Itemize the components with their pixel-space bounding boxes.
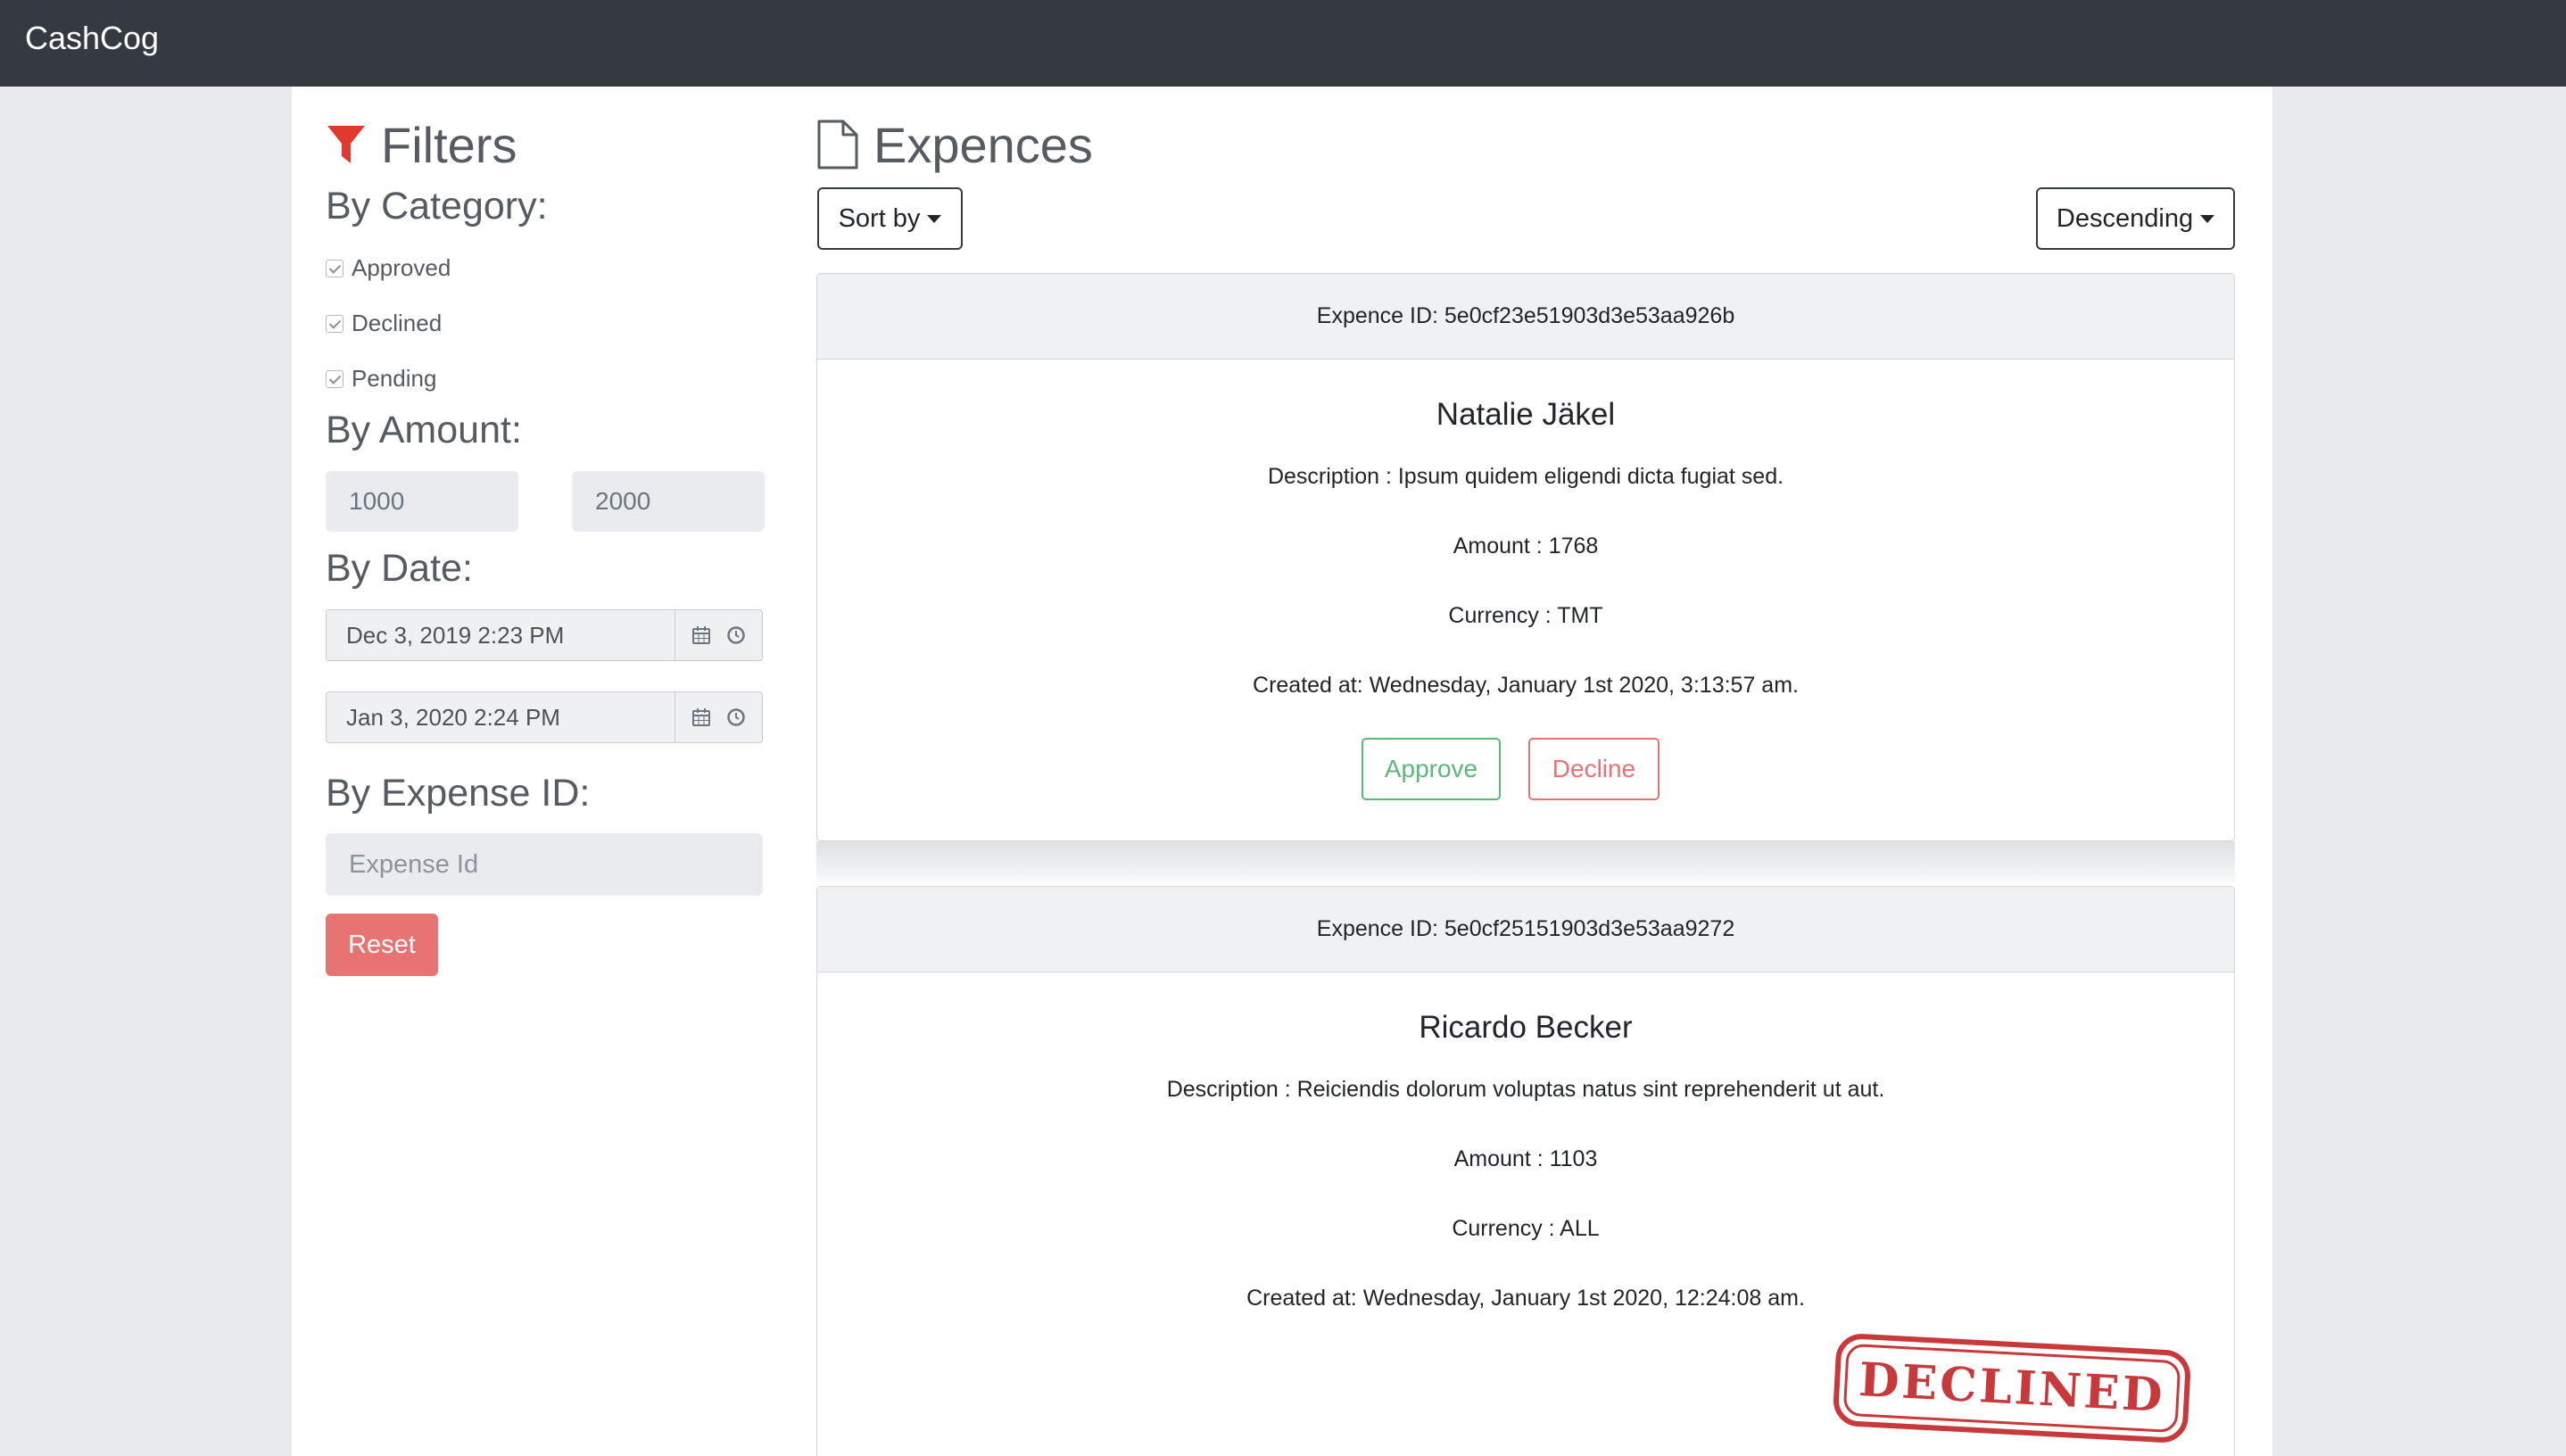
- category-declined[interactable]: Declined: [326, 310, 442, 337]
- main-container: Filters By Category: Approved Declined P…: [292, 87, 2272, 1456]
- caret-down-icon: [927, 214, 942, 223]
- by-amount-label: By Amount:: [326, 409, 522, 451]
- approved-checkbox[interactable]: [326, 259, 344, 277]
- expense-created-at: Created at: Wednesday, January 1st 2020,…: [1246, 1286, 1805, 1311]
- date-to-value[interactable]: Jan 3, 2020 2:24 PM: [327, 704, 675, 732]
- expense-card-header: Expence ID: 5e0cf23e51903d3e53aa926b: [817, 274, 2234, 360]
- filters-title: Filters: [381, 116, 517, 173]
- calendar-icon[interactable]: [691, 625, 712, 646]
- expense-card-body: Natalie Jäkel Description : Ipsum quidem…: [817, 360, 2234, 840]
- declined-checkbox[interactable]: [326, 314, 344, 333]
- filter-icon: [327, 126, 365, 163]
- by-expense-id-label: By Expense ID:: [326, 772, 591, 815]
- date-from-value[interactable]: Dec 3, 2019 2:23 PM: [327, 622, 675, 649]
- sort-by-dropdown[interactable]: Sort by: [817, 187, 963, 250]
- reset-button[interactable]: Reset: [326, 914, 438, 976]
- by-category-label: By Category:: [326, 185, 548, 228]
- expenses-title: Expences: [873, 116, 1093, 173]
- expense-user-name: Natalie Jäkel: [1436, 397, 1616, 432]
- declined-stamp-text: DECLINED: [1858, 1353, 2166, 1423]
- document-icon: [817, 120, 858, 170]
- sort-order-label: Descending: [2056, 203, 2194, 233]
- date-to-field[interactable]: Jan 3, 2020 2:24 PM: [326, 691, 763, 743]
- category-approved[interactable]: Approved: [326, 254, 451, 282]
- pending-checkbox[interactable]: [326, 369, 344, 388]
- category-pending[interactable]: Pending: [326, 365, 436, 393]
- expense-card: Expence ID: 5e0cf23e51903d3e53aa926b Nat…: [816, 273, 2235, 841]
- by-date-label: By Date:: [326, 547, 473, 590]
- expense-amount: Amount : 1768: [1453, 534, 1599, 558]
- approved-label: Approved: [352, 254, 451, 281]
- top-navbar: CashCog: [0, 0, 2566, 87]
- clock-icon[interactable]: [725, 707, 747, 728]
- expense-id-input[interactable]: Expense Id: [326, 833, 763, 896]
- expense-user-name: Ricardo Becker: [1419, 1010, 1633, 1045]
- declined-stamp: DECLINED: [1833, 1334, 2190, 1443]
- approve-button[interactable]: Approve: [1362, 738, 1501, 800]
- declined-label: Declined: [352, 310, 443, 336]
- expense-card-header: Expence ID: 5e0cf25151903d3e53aa9272: [817, 887, 2234, 972]
- decline-button[interactable]: Decline: [1528, 738, 1660, 800]
- expense-created-at: Created at: Wednesday, January 1st 2020,…: [1253, 673, 1799, 698]
- expense-currency: Currency : ALL: [1452, 1216, 1600, 1241]
- clock-icon[interactable]: [725, 625, 747, 646]
- filters-heading: Filters: [326, 115, 517, 174]
- caret-down-icon: [2200, 214, 2215, 223]
- expense-currency: Currency : TMT: [1448, 603, 1603, 628]
- expense-description: Description : Reiciendis dolorum volupta…: [1166, 1077, 1885, 1102]
- sort-order-dropdown[interactable]: Descending: [2036, 187, 2235, 250]
- pending-label: Pending: [352, 365, 437, 392]
- date-from-field[interactable]: Dec 3, 2019 2:23 PM: [326, 609, 763, 661]
- expense-amount: Amount : 1103: [1453, 1146, 1598, 1171]
- amount-min-input[interactable]: 1000: [326, 471, 518, 532]
- amount-max-input[interactable]: 2000: [572, 471, 765, 532]
- calendar-icon[interactable]: [691, 707, 712, 728]
- sort-by-label: Sort by: [838, 203, 921, 233]
- card-separator-shadow: [816, 841, 2235, 886]
- expenses-heading: Expences: [816, 115, 1093, 174]
- brand-logo-text[interactable]: CashCog: [25, 20, 159, 57]
- expense-description: Description : Ipsum quidem eligendi dict…: [1267, 464, 1784, 489]
